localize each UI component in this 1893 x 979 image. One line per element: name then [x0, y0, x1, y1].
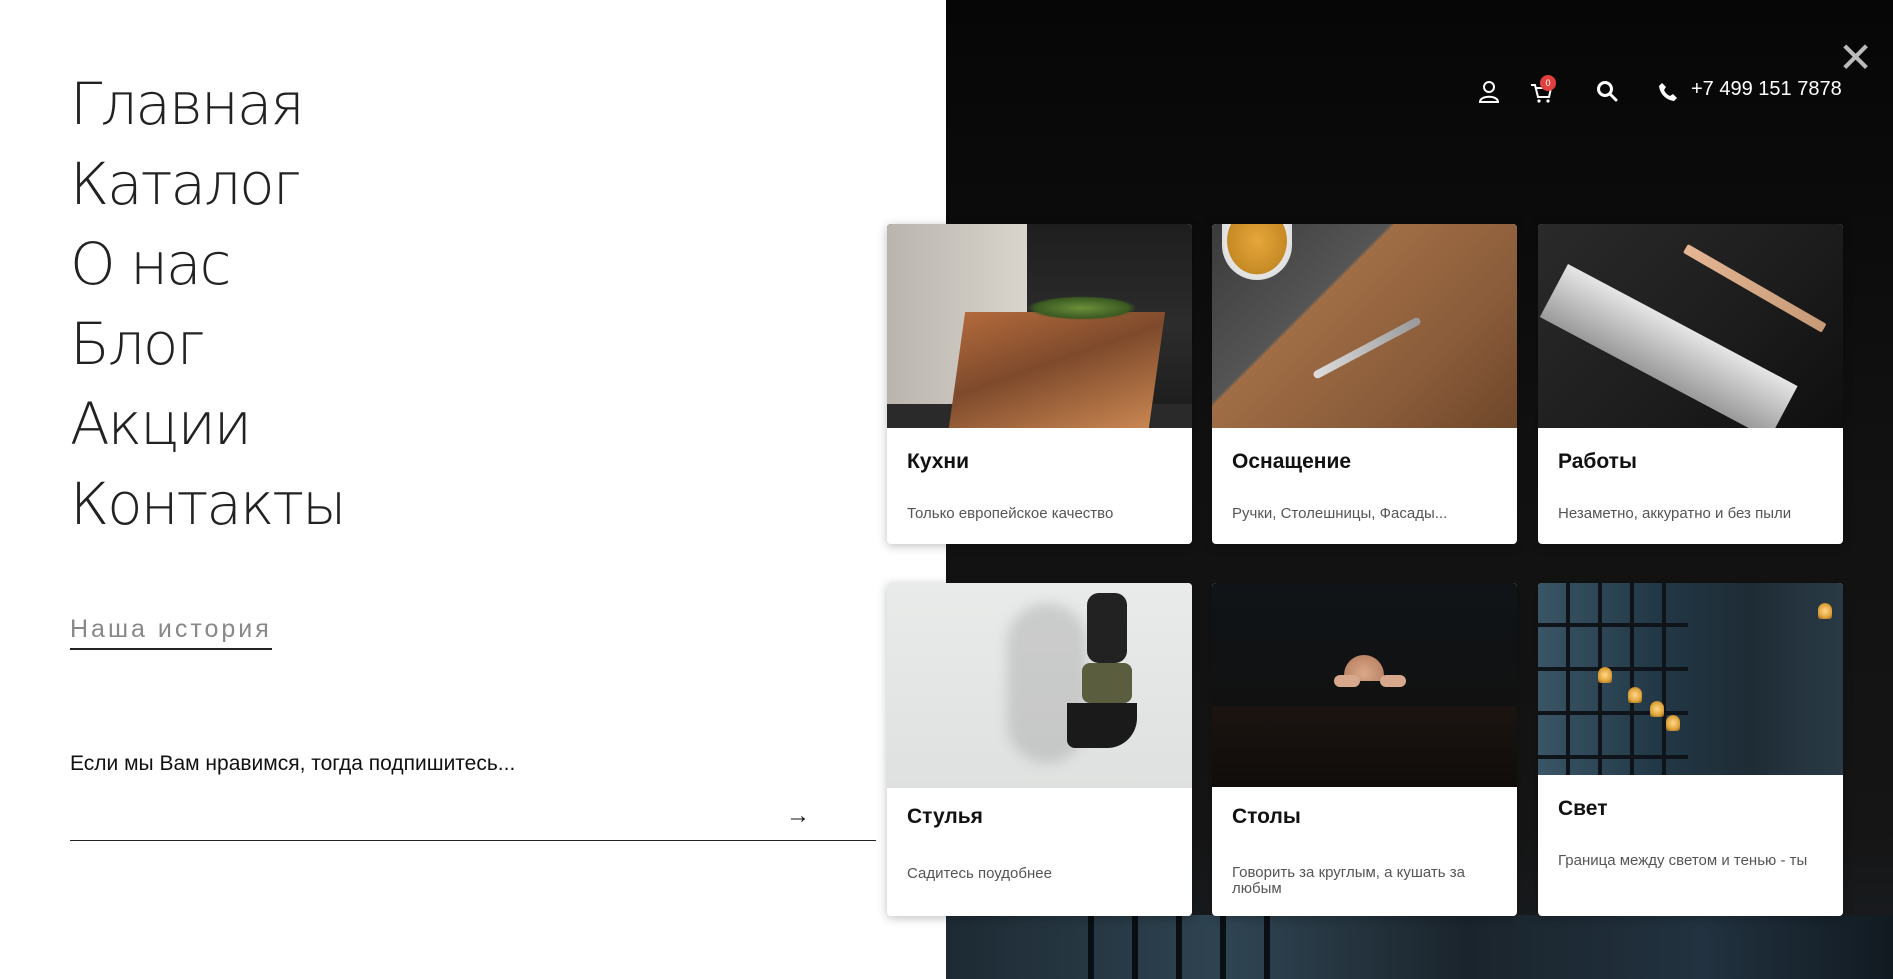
phone-icon — [1659, 83, 1677, 101]
card-title: Кухни — [907, 450, 970, 473]
card-works[interactable]: Работы Незаметно, аккуратно и без пыли — [1538, 224, 1843, 544]
card-title: Работы — [1558, 450, 1637, 473]
card-description: Говорить за круглым, а кушать за любым — [1232, 864, 1465, 897]
menu-item-home[interactable]: Главная — [70, 64, 345, 144]
card-title: Стулья — [907, 805, 983, 828]
card-title: Свет — [1558, 797, 1608, 820]
card-description: Ручки, Столешницы, Фасады... — [1232, 505, 1448, 522]
close-icon[interactable]: ✕ — [1838, 37, 1873, 79]
child-table-image — [1212, 583, 1517, 787]
menu-panel: Главная Каталог О нас Блог Акции Контакт… — [0, 0, 946, 979]
card-equipment[interactable]: Оснащение Ручки, Столешницы, Фасады... — [1212, 224, 1517, 544]
chair-man-image — [887, 583, 1192, 788]
our-story-link[interactable]: Наша история — [70, 615, 272, 650]
phone-link[interactable]: +7 499 151 7878 — [1691, 78, 1842, 101]
search-icon[interactable] — [1596, 80, 1618, 102]
menu-item-promotions[interactable]: Акции — [70, 384, 345, 464]
subscribe-submit-arrow-icon[interactable]: → — [786, 802, 810, 830]
ruler-pencil-image — [1538, 224, 1843, 428]
menu-item-catalog[interactable]: Каталог — [70, 144, 345, 224]
drawer-handle-image — [1212, 224, 1517, 428]
main-menu: Главная Каталог О нас Блог Акции Контакт… — [70, 64, 347, 544]
subscribe-prompt: Если мы Вам нравимся, тогда подпишитесь.… — [70, 752, 516, 775]
card-lighting[interactable]: Свет Граница между светом и тенью - ты — [1538, 583, 1843, 916]
card-tables[interactable]: Столы Говорить за круглым, а кушать за л… — [1212, 583, 1517, 916]
card-description: Только европейское качество — [907, 505, 1114, 522]
card-description: Незаметно, аккуратно и без пыли — [1558, 505, 1792, 522]
card-title: Столы — [1232, 805, 1301, 828]
card-chairs[interactable]: Стулья Садитесь поудобнее — [887, 583, 1192, 916]
lamps-image — [1538, 583, 1843, 775]
subscribe-email-input[interactable] — [70, 800, 774, 838]
subscribe-underline — [70, 840, 876, 841]
card-kitchens[interactable]: Кухни Только европейское качество — [887, 224, 1192, 544]
background-window-frame — [1050, 915, 1290, 979]
kitchen-image — [887, 224, 1192, 428]
menu-item-about[interactable]: О нас — [70, 224, 345, 304]
card-description: Садитесь поудобнее — [907, 865, 1052, 882]
cart-count-badge: 0 — [1540, 75, 1556, 91]
card-description: Граница между светом и тенью - ты — [1558, 852, 1808, 869]
user-icon[interactable] — [1478, 80, 1500, 104]
menu-item-blog[interactable]: Блог — [70, 304, 345, 384]
menu-item-contacts[interactable]: Контакты — [70, 464, 347, 544]
card-title: Оснащение — [1232, 450, 1352, 473]
